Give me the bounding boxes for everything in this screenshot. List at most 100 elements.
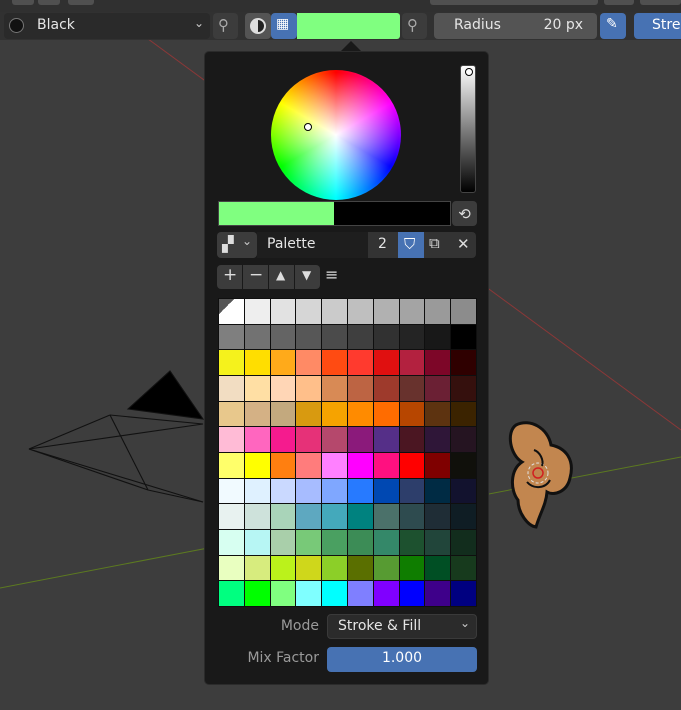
palette-color-swatch[interactable] bbox=[322, 555, 347, 581]
value-slider-handle[interactable] bbox=[465, 68, 473, 76]
previous-color-swatch[interactable] bbox=[334, 202, 450, 225]
palette-color-swatch[interactable] bbox=[270, 375, 296, 401]
add-color-button[interactable]: + bbox=[217, 265, 242, 289]
palette-color-swatch[interactable] bbox=[270, 401, 296, 427]
palette-color-swatch[interactable] bbox=[296, 452, 322, 478]
palette-color-swatch[interactable] bbox=[399, 427, 425, 452]
palette-color-swatch[interactable] bbox=[399, 452, 425, 478]
palette-color-swatch[interactable] bbox=[270, 299, 296, 324]
palette-color-swatch[interactable] bbox=[296, 581, 322, 606]
palette-color-swatch[interactable] bbox=[244, 529, 270, 555]
palette-color-swatch[interactable] bbox=[399, 504, 425, 529]
palette-color-swatch[interactable] bbox=[244, 375, 270, 401]
palette-color-swatch[interactable] bbox=[244, 478, 270, 504]
palette-color-swatch[interactable] bbox=[373, 324, 399, 350]
palette-color-swatch[interactable] bbox=[244, 452, 270, 478]
palette-color-swatch[interactable] bbox=[244, 555, 270, 581]
palette-color-swatch[interactable] bbox=[296, 478, 322, 504]
palette-color-swatch[interactable] bbox=[219, 529, 244, 555]
palette-color-swatch[interactable] bbox=[219, 478, 244, 504]
palette-color-swatch[interactable] bbox=[219, 350, 244, 375]
palette-color-swatch[interactable] bbox=[219, 504, 244, 529]
sort-colors-button[interactable]: ≡ bbox=[323, 265, 345, 289]
palette-color-swatch[interactable] bbox=[451, 452, 476, 478]
palette-color-swatch[interactable] bbox=[270, 427, 296, 452]
palette-color-swatch[interactable] bbox=[451, 427, 476, 452]
palette-color-swatch[interactable] bbox=[270, 581, 296, 606]
palette-color-swatch[interactable] bbox=[399, 478, 425, 504]
palette-color-swatch[interactable] bbox=[296, 529, 322, 555]
palette-color-swatch[interactable] bbox=[425, 299, 451, 324]
palette-color-swatch[interactable] bbox=[270, 555, 296, 581]
palette-color-swatch[interactable] bbox=[425, 375, 451, 401]
palette-color-swatch[interactable] bbox=[270, 324, 296, 350]
palette-color-swatch[interactable] bbox=[399, 350, 425, 375]
palette-color-swatch[interactable] bbox=[425, 350, 451, 375]
palette-color-swatch[interactable] bbox=[296, 299, 322, 324]
palette-color-swatch[interactable] bbox=[347, 504, 373, 529]
palette-color-swatch[interactable] bbox=[347, 350, 373, 375]
palette-color-swatch[interactable] bbox=[270, 452, 296, 478]
palette-color-swatch[interactable] bbox=[244, 401, 270, 427]
palette-color-swatch[interactable] bbox=[322, 427, 347, 452]
palette-color-swatch[interactable] bbox=[373, 350, 399, 375]
palette-color-swatch[interactable] bbox=[347, 555, 373, 581]
palette-color-swatch[interactable] bbox=[425, 324, 451, 350]
palette-color-swatch[interactable] bbox=[219, 375, 244, 401]
palette-color-swatch[interactable] bbox=[425, 452, 451, 478]
value-slider[interactable] bbox=[460, 65, 476, 193]
palette-color-swatch[interactable] bbox=[347, 478, 373, 504]
swap-colors-button[interactable]: ⟲ bbox=[452, 201, 477, 226]
menu-tab-4[interactable] bbox=[430, 0, 598, 5]
remove-color-button[interactable]: − bbox=[243, 265, 268, 289]
palette-name-field[interactable]: Palette bbox=[257, 232, 368, 258]
palette-color-swatch[interactable] bbox=[219, 452, 244, 478]
palette-color-swatch[interactable] bbox=[219, 401, 244, 427]
palette-color-swatch[interactable] bbox=[270, 350, 296, 375]
menu-tab-3[interactable] bbox=[68, 0, 94, 5]
palette-browse-button[interactable]: ▞ ⌄ bbox=[217, 232, 257, 258]
palette-color-swatch[interactable] bbox=[244, 324, 270, 350]
palette-color-swatch[interactable] bbox=[373, 555, 399, 581]
menu-tab-6[interactable] bbox=[640, 0, 681, 5]
palette-color-swatch[interactable] bbox=[451, 555, 476, 581]
palette-color-swatch[interactable] bbox=[373, 452, 399, 478]
radius-field[interactable]: Radius 20 px bbox=[434, 13, 597, 39]
palette-color-swatch[interactable] bbox=[322, 375, 347, 401]
palette-color-swatch[interactable] bbox=[296, 350, 322, 375]
palette-color-swatch[interactable] bbox=[373, 529, 399, 555]
palette-color-swatch[interactable] bbox=[322, 478, 347, 504]
vertex-color-mode-button[interactable]: ▦ bbox=[271, 13, 297, 39]
palette-color-swatch[interactable] bbox=[451, 324, 476, 350]
palette-color-swatch[interactable] bbox=[399, 299, 425, 324]
menu-tab-5[interactable] bbox=[604, 0, 634, 5]
palette-color-swatch[interactable] bbox=[399, 529, 425, 555]
palette-color-swatch[interactable] bbox=[296, 427, 322, 452]
palette-color-swatch[interactable] bbox=[425, 401, 451, 427]
palette-color-swatch[interactable] bbox=[244, 350, 270, 375]
palette-color-swatch[interactable] bbox=[322, 401, 347, 427]
palette-users-count[interactable]: 2 bbox=[368, 232, 398, 258]
palette-color-swatch[interactable] bbox=[322, 324, 347, 350]
strength-field[interactable]: Stre bbox=[634, 13, 681, 39]
menu-tab-1[interactable] bbox=[12, 0, 34, 5]
palette-color-swatch[interactable] bbox=[399, 401, 425, 427]
palette-color-swatch[interactable] bbox=[451, 299, 476, 324]
palette-color-swatch[interactable] bbox=[399, 324, 425, 350]
palette-color-swatch[interactable] bbox=[219, 555, 244, 581]
palette-color-swatch[interactable] bbox=[451, 581, 476, 606]
mix-factor-slider[interactable]: 1.000 bbox=[327, 647, 477, 672]
pin-material-button[interactable]: ⚲ bbox=[213, 13, 238, 39]
fake-user-button[interactable]: ⛉ bbox=[398, 232, 424, 258]
pin-color-button[interactable]: ⚲ bbox=[402, 13, 427, 39]
palette-color-swatch[interactable] bbox=[244, 299, 270, 324]
palette-color-swatch[interactable] bbox=[425, 555, 451, 581]
palette-color-swatch[interactable] bbox=[270, 504, 296, 529]
palette-color-swatch[interactable] bbox=[296, 324, 322, 350]
palette-color-swatch[interactable] bbox=[373, 581, 399, 606]
duplicate-palette-button[interactable]: ⧉ bbox=[424, 232, 450, 258]
palette-color-swatch[interactable] bbox=[373, 299, 399, 324]
material-selector[interactable]: Black ⌄ bbox=[4, 13, 210, 39]
palette-color-swatch[interactable] bbox=[373, 478, 399, 504]
palette-color-swatch[interactable] bbox=[451, 529, 476, 555]
